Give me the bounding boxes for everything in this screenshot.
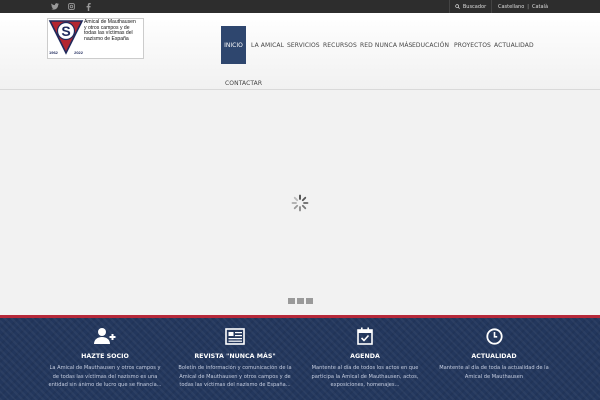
feature-description: Mantente al día de todos los actos en qu… bbox=[311, 365, 419, 388]
logo-text: Amical de Mauthausen y otros campos y de… bbox=[84, 19, 143, 58]
slider-dot[interactable] bbox=[306, 298, 313, 304]
facebook-icon[interactable] bbox=[81, 0, 95, 13]
feature-description: La Amical de Mauthausen y otros campos y… bbox=[48, 365, 162, 388]
nav-item-la-amical[interactable]: LA AMICAL bbox=[251, 42, 284, 49]
logo-year-end: 2022 bbox=[74, 50, 83, 55]
nav-item-servicios[interactable]: SERVICIOS bbox=[287, 42, 320, 49]
twitter-icon[interactable] bbox=[48, 0, 62, 13]
logo-emblem: S 1962 2022 bbox=[48, 19, 84, 58]
add-user-icon bbox=[45, 326, 165, 346]
search-label: Buscador bbox=[462, 3, 487, 10]
loading-spinner-icon bbox=[291, 194, 309, 212]
nav-item-red-nunca-mas[interactable]: RED NUNCA MÁS bbox=[360, 42, 412, 49]
feature-title: AGENDA bbox=[350, 353, 380, 360]
nav-item-actualidad[interactable]: ACTUALIDAD bbox=[494, 42, 534, 49]
feature-revista[interactable]: REVISTA "NUNCA MÁS" Boletín de informaci… bbox=[175, 326, 295, 390]
lang-catala[interactable]: Català bbox=[532, 4, 548, 10]
slider-dot[interactable] bbox=[297, 298, 304, 304]
nav-item-contactar[interactable]: CONTACTAR bbox=[225, 80, 262, 87]
search-icon bbox=[455, 4, 460, 9]
feature-agenda[interactable]: AGENDA Mantente al día de todos los acto… bbox=[305, 326, 425, 390]
instagram-icon[interactable] bbox=[64, 0, 78, 13]
feature-description: Mantente al día de toda la actualidad de… bbox=[439, 365, 549, 380]
feature-hazte-socio[interactable]: HAZTE SOCIO La Amical de Mauthausen y ot… bbox=[45, 326, 165, 390]
slider-dot[interactable] bbox=[288, 298, 295, 304]
feature-description: Boletín de información y comunicación de… bbox=[178, 365, 292, 388]
search-button[interactable]: Buscador bbox=[449, 0, 492, 13]
feature-title: ACTUALIDAD bbox=[471, 353, 517, 360]
nav-item-educacion[interactable]: EDUCACIÓN bbox=[412, 42, 449, 49]
feature-actualidad[interactable]: ACTUALIDAD Mantente al día de toda la ac… bbox=[434, 326, 554, 381]
language-switcher: Castellano | Català bbox=[492, 0, 600, 13]
clock-icon bbox=[434, 326, 554, 346]
top-bar: Buscador Castellano | Català bbox=[0, 0, 600, 13]
logo-line: nazismo de España bbox=[84, 35, 129, 42]
site-logo[interactable]: S 1962 2022 Amical de Mauthausen y otros… bbox=[47, 18, 144, 59]
newspaper-icon bbox=[175, 326, 295, 346]
site-header: S 1962 2022 Amical de Mauthausen y otros… bbox=[0, 13, 600, 90]
calendar-check-icon bbox=[305, 326, 425, 346]
nav-item-recursos[interactable]: RECURSOS bbox=[323, 42, 357, 49]
feature-title: REVISTA "NUNCA MÁS" bbox=[194, 353, 276, 360]
logo-year-start: 1962 bbox=[49, 50, 58, 55]
lang-separator: | bbox=[527, 3, 529, 10]
features-band: HAZTE SOCIO La Amical de Mauthausen y ot… bbox=[0, 315, 600, 400]
nav-item-inicio[interactable]: INICIO bbox=[221, 26, 246, 64]
feature-title: HAZTE SOCIO bbox=[81, 353, 129, 360]
lang-castellano[interactable]: Castellano bbox=[498, 4, 524, 10]
nav-item-proyectos[interactable]: PROYECTOS bbox=[454, 42, 491, 49]
slider-pagination bbox=[288, 298, 313, 304]
logo-letter: S bbox=[61, 23, 70, 39]
